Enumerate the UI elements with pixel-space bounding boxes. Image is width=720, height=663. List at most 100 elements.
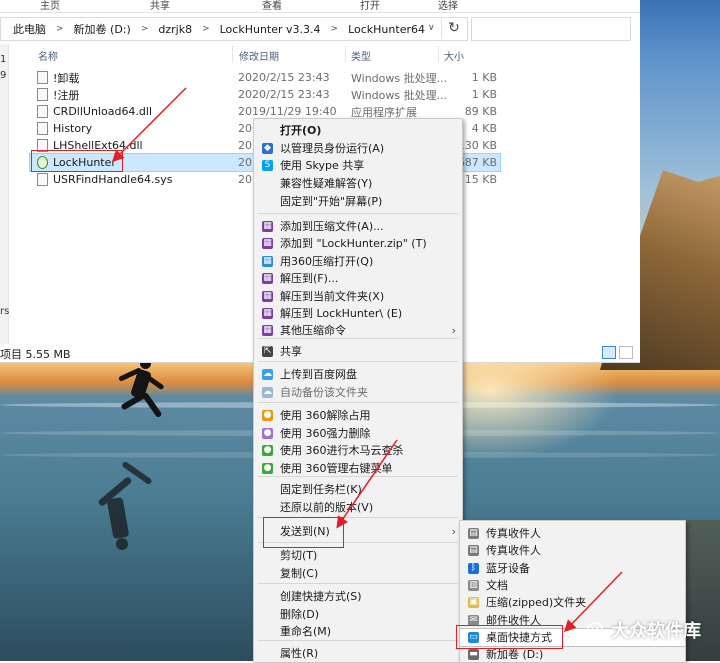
context-menu-item[interactable]: ⇱ 共享 <box>254 343 462 360</box>
file-date: 20 <box>238 139 252 152</box>
unlock360-icon: ● <box>262 410 273 421</box>
send-to-item[interactable]: ▥ 文档 <box>460 577 685 594</box>
column-divider[interactable] <box>345 46 346 62</box>
context-menu-item[interactable]: ● 使用 360管理右键菜单 <box>254 460 462 477</box>
context-menu-item[interactable]: 固定到任务栏(K) <box>254 481 462 498</box>
winrar-icon: ▦ <box>262 325 273 336</box>
context-menu-item[interactable]: 属性(R) <box>254 645 462 662</box>
column-header-date[interactable]: 修改日期 <box>239 48 279 63</box>
refresh-icon[interactable]: ↻ <box>441 17 466 39</box>
file-size: 687 KB <box>457 156 497 169</box>
dll-file-icon <box>37 105 48 118</box>
navigation-pane[interactable] <box>0 44 9 344</box>
context-menu-item[interactable]: ● 使用 360进行木马云查杀 <box>254 442 462 459</box>
file-size: 1 KB <box>471 71 497 84</box>
ribbon-tab[interactable]: 主页 <box>40 0 60 12</box>
context-menu-item-label: 解压到当前文件夹(X) <box>280 290 385 303</box>
send-to-item-label: 传真收件人 <box>486 544 541 558</box>
context-menu-item-label: 使用 360管理右键菜单 <box>280 462 393 475</box>
chevron-right-icon[interactable]: > <box>56 24 64 34</box>
ribbon-tab[interactable]: 共享 <box>150 0 170 12</box>
address-bar[interactable]: 此电脑 > 新加卷 (D:) > dzrjk8 > LockHunter v3.… <box>0 17 468 41</box>
column-header-name[interactable]: 名称 <box>38 48 58 63</box>
winrar-icon: ▦ <box>262 221 273 232</box>
context-menu-item[interactable]: 打开(O) <box>254 122 462 139</box>
search-input[interactable] <box>471 17 631 41</box>
file-row[interactable]: !卸载 2020/2/15 23:43 Windows 批处理... 1 KB <box>30 69 500 86</box>
context-menu-item[interactable]: ▦ 解压到(F)... <box>254 270 462 287</box>
breadcrumb-item[interactable]: LockHunter64 <box>348 23 425 36</box>
context-menu-item[interactable]: ▦ 用360压缩打开(Q) <box>254 253 462 270</box>
submenu-chevron-icon: › <box>451 324 456 337</box>
chevron-down-icon[interactable]: ∨ <box>428 23 435 33</box>
file-size: 89 KB <box>464 105 497 118</box>
breadcrumb-item[interactable]: 此电脑 <box>13 21 46 37</box>
context-menu-item[interactable]: ◆ 以管理员身份运行(A) <box>254 140 462 157</box>
file-date: 20 <box>238 173 252 186</box>
chevron-right-icon[interactable]: > <box>202 24 210 34</box>
context-menu-item[interactable]: ▦ 解压到当前文件夹(X) <box>254 288 462 305</box>
context-menu-item[interactable]: ▦ 添加到 "LockHunter.zip" (T) <box>254 235 462 252</box>
share-icon: ⇱ <box>262 346 273 357</box>
context-menu-item[interactable]: 重命名(M) <box>254 623 462 640</box>
status-text: 项目 5.55 MB <box>0 348 71 361</box>
context-menu-item[interactable]: 剪切(T) <box>254 547 462 564</box>
context-menu-item[interactable]: ▦ 其他压缩命令 › <box>254 322 462 339</box>
large-icons-view-icon[interactable] <box>619 346 633 359</box>
context-menu-item[interactable]: ☁ 自动备份该文件夹 <box>254 384 462 401</box>
file-date: 20 <box>238 156 252 169</box>
winrar-icon: ▦ <box>262 273 273 284</box>
context-menu-item-label: 使用 Skype 共享 <box>280 159 365 172</box>
ribbon-tab[interactable]: 打开 <box>360 0 380 12</box>
column-divider[interactable] <box>232 46 233 62</box>
ribbon-tab[interactable]: 查看 <box>262 0 282 12</box>
file-row[interactable]: !注册 2020/2/15 23:43 Windows 批处理... 1 KB <box>30 86 500 103</box>
context-menu-item-label: 以管理员身份运行(A) <box>280 142 385 155</box>
menu360-icon: ● <box>262 463 273 474</box>
breadcrumb-item[interactable]: LockHunter v3.3.4 <box>220 23 321 36</box>
context-menu-item[interactable]: 固定到"开始"屏幕(P) <box>254 193 462 210</box>
context-menu-item-label: 其他压缩命令 <box>280 324 346 337</box>
menu-separator <box>258 640 458 641</box>
send-to-item[interactable]: ᛒ 蓝牙设备 <box>460 560 685 577</box>
delete360-icon: ● <box>262 428 273 439</box>
column-header-size[interactable]: 大小 <box>444 48 464 63</box>
details-view-icon[interactable] <box>602 346 616 359</box>
ribbon-tab-strip: 主页 共享 查看 打开 选择 <box>0 0 640 13</box>
breadcrumb-item[interactable]: dzrjk8 <box>158 23 192 36</box>
context-menu-item[interactable]: 删除(D) <box>254 606 462 623</box>
context-menu-item-label: 添加到 "LockHunter.zip" (T) <box>280 237 427 250</box>
ribbon-tab[interactable]: 选择 <box>438 0 458 12</box>
context-menu-item[interactable]: 还原以前的版本(V) <box>254 499 462 516</box>
context-menu-item-label: 重命名(M) <box>280 625 332 638</box>
file-name: CRDllUnload64.dll <box>53 105 153 118</box>
winrar-icon: ▦ <box>262 238 273 249</box>
wechat-logo-icon <box>587 622 603 636</box>
send-to-item[interactable]: ▣ 压缩(zipped)文件夹 <box>460 594 685 611</box>
context-menu-item[interactable]: ▦ 添加到压缩文件(A)... <box>254 218 462 235</box>
context-menu-item[interactable]: ● 使用 360强力删除 <box>254 425 462 442</box>
context-menu-item-label: 解压到(F)... <box>280 272 339 285</box>
send-to-item-label: 蓝牙设备 <box>486 561 530 575</box>
file-name: USRFindHandle64.sys <box>53 173 173 186</box>
skype-icon: S <box>262 160 273 171</box>
context-menu-item[interactable]: ☁ 上传到百度网盘 <box>254 366 462 383</box>
column-header-type[interactable]: 类型 <box>351 48 371 63</box>
context-menu-item-label: 复制(C) <box>280 567 319 580</box>
context-menu-item[interactable]: ▦ 解压到 LockHunter\ (E) <box>254 305 462 322</box>
context-menu-item[interactable]: 兼容性疑难解答(Y) <box>254 175 462 192</box>
menu-separator <box>258 213 458 214</box>
breadcrumb-item[interactable]: 新加卷 (D:) <box>74 21 131 37</box>
context-menu-item[interactable]: 创建快捷方式(S) <box>254 588 462 605</box>
context-menu-item[interactable]: ● 使用 360解除占用 <box>254 407 462 424</box>
column-divider[interactable] <box>438 46 439 62</box>
file-name: !注册 <box>53 88 80 102</box>
send-to-item[interactable]: ▤ 传真收件人 <box>460 542 685 559</box>
context-menu-item[interactable]: S 使用 Skype 共享 <box>254 157 462 174</box>
file-date: 2020/2/15 23:43 <box>238 71 330 84</box>
chevron-right-icon[interactable]: > <box>141 24 149 34</box>
chevron-right-icon[interactable]: > <box>331 24 339 34</box>
context-menu-item[interactable]: 复制(C) <box>254 565 462 582</box>
context-menu-item-label: 固定到任务栏(K) <box>280 483 362 496</box>
send-to-item[interactable]: ▤ 传真收件人 <box>460 525 685 542</box>
